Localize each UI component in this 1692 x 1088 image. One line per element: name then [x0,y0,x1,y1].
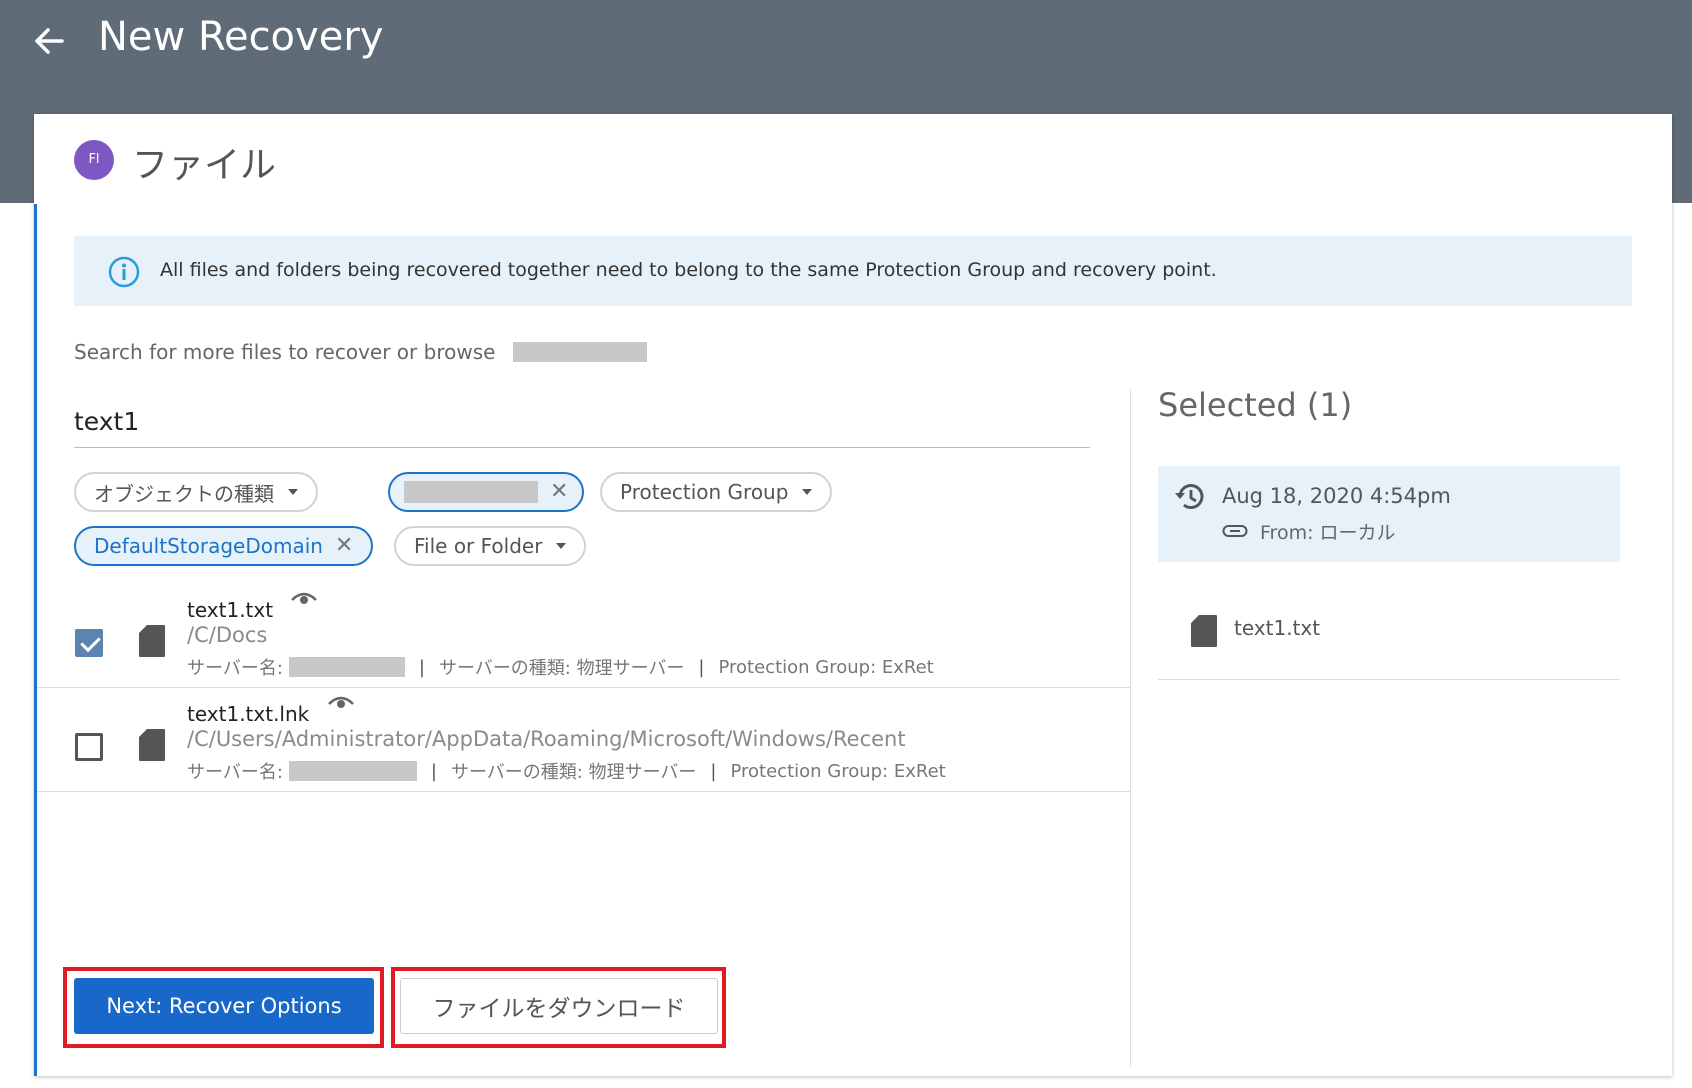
redacted-server-name [288,657,405,677]
server-name-label: サーバー名: [187,762,283,783]
row-checkbox[interactable] [75,629,103,657]
storage-domain-filter[interactable]: DefaultStorageDomain ✕ [74,526,374,566]
server-type: サーバーの種類: 物理サーバー [450,762,697,783]
highlight-box [63,967,384,1048]
chevron-down-icon [288,489,298,495]
arrow-left-icon[interactable] [32,22,66,60]
file-meta: サーバー名: | サーバーの種類: 物理サーバー | Protection Gr… [187,654,934,680]
redacted-server-name [288,761,417,781]
file-icon [1191,615,1217,647]
recovery-card: Fl ファイル All files and folders being reco… [34,114,1672,1076]
file-meta: サーバー名: | サーバーの種類: 物理サーバー | Protection Gr… [187,758,946,784]
table-row[interactable]: text1.txt.lnk /C/Users/Administrator/App… [37,688,1130,792]
file-name: text1.txt.lnk [187,702,310,726]
meta-separator: | [698,656,705,678]
eye-icon[interactable] [327,694,355,712]
redacted-filter-chip[interactable]: ✕ [388,472,585,512]
page-title: New Recovery [98,14,384,60]
object-type-filter-label: オブジェクトの種類 [94,481,274,506]
recovery-point-source: From: ローカル [1260,522,1396,544]
server-type: サーバーの種類: 物理サーバー [438,658,685,679]
file-path: /C/Users/Administrator/AppData/Roaming/M… [187,727,906,751]
selected-title: Selected (1) [1158,386,1353,424]
recovery-point-card[interactable]: Aug 18, 2020 4:54pm From: ローカル [1158,466,1620,562]
redacted-filter-value [404,481,538,503]
meta-separator: | [710,760,717,782]
object-type-filter[interactable]: オブジェクトの種類 [74,472,318,512]
file-name: text1.txt [187,598,274,622]
close-icon[interactable]: ✕ [550,481,568,503]
protection-group: Protection Group: ExRet [730,760,946,782]
recovery-point-date: Aug 18, 2020 4:54pm [1222,484,1451,508]
storage-domain-filter-label: DefaultStorageDomain [94,534,323,558]
list-item: text1.txt [1158,578,1620,680]
browse-text: Search for more files to recover or brow… [74,340,496,364]
file-or-folder-filter[interactable]: File or Folder [394,526,587,566]
protection-group-filter-label: Protection Group [620,480,789,504]
selected-file-name: text1.txt [1234,616,1321,640]
info-text: All files and folders being recovered to… [160,259,1217,281]
table-row[interactable]: text1.txt /C/Docs サーバー名: | サーバーの種類: 物理サー… [37,584,1130,688]
search-input[interactable] [74,396,1090,448]
card-title: ファイル [132,145,277,186]
chevron-down-icon [556,543,567,549]
panel-divider [1130,390,1131,1066]
file-icon [139,729,165,761]
avatar: Fl [74,140,114,180]
link-icon [1222,525,1248,537]
history-icon [1175,484,1204,509]
chevron-down-icon [802,489,813,495]
redacted-browse-link[interactable] [513,342,647,362]
meta-separator: | [430,760,437,782]
protection-group: Protection Group: ExRet [718,656,934,678]
meta-separator: | [418,656,425,678]
highlight-box [391,967,726,1048]
file-or-folder-filter-label: File or Folder [414,534,543,558]
info-banner: All files and folders being recovered to… [74,236,1632,306]
file-icon [139,625,165,657]
info-icon [108,256,140,288]
server-name-label: サーバー名: [187,658,283,679]
eye-icon[interactable] [290,590,318,608]
row-checkbox[interactable] [75,733,103,761]
file-path: /C/Docs [187,623,268,647]
close-icon[interactable]: ✕ [335,535,353,557]
protection-group-filter[interactable]: Protection Group [600,472,833,512]
